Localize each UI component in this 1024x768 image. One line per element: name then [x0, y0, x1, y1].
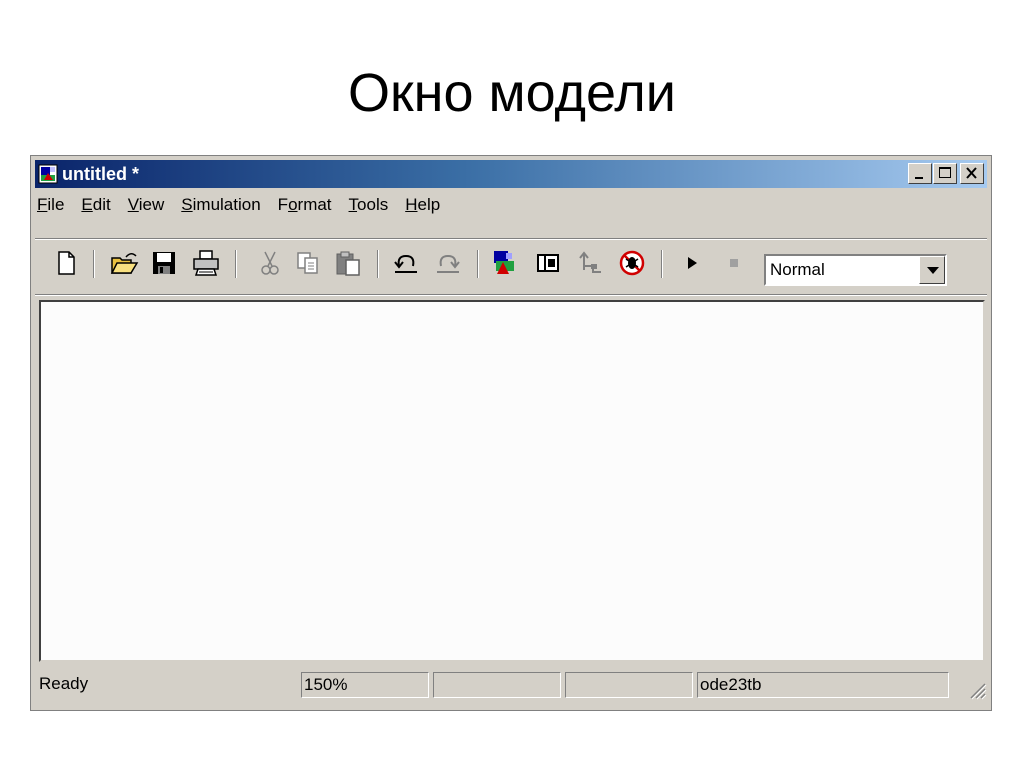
toolbar-separator-line [35, 238, 987, 240]
model-window: untitled * File Edit View Simulation For… [30, 155, 992, 711]
library-browser-button[interactable] [489, 248, 519, 278]
copy-icon [297, 252, 318, 274]
slide-title: Окно модели [348, 63, 676, 123]
open-folder-icon [110, 253, 139, 274]
window-controls [907, 163, 984, 184]
dropdown-button[interactable] [919, 256, 945, 284]
chevron-down-icon [927, 267, 939, 274]
close-button[interactable] [960, 163, 984, 184]
stop-simulation-button[interactable] [719, 248, 749, 278]
redo-button[interactable] [433, 248, 463, 278]
status-zoom: 150% [301, 672, 429, 698]
resize-grip-icon[interactable] [965, 678, 987, 700]
go-to-parent-icon [579, 251, 601, 273]
library-browser-icon [494, 251, 514, 274]
menu-format[interactable]: Format [278, 195, 332, 215]
status-solver: ode23tb [697, 672, 949, 698]
new-document-icon [58, 251, 75, 275]
start-simulation-icon [688, 257, 697, 269]
menu-edit[interactable]: Edit [81, 195, 110, 215]
toolbar-separator [377, 250, 379, 278]
model-browser-icon [537, 254, 559, 272]
status-bar: Ready 150% ode23tb [35, 668, 987, 704]
open-button[interactable] [109, 248, 139, 278]
debug-button[interactable] [617, 248, 647, 278]
simulation-mode-value: Normal [770, 260, 825, 279]
save-button[interactable] [149, 248, 179, 278]
menu-view[interactable]: View [128, 195, 165, 215]
status-state: Ready [39, 674, 89, 693]
print-icon [193, 250, 219, 276]
toolbar-separator [235, 250, 237, 278]
cut-button[interactable] [255, 248, 285, 278]
menu-simulation[interactable]: Simulation [181, 195, 260, 215]
save-icon [153, 252, 175, 274]
redo-icon [437, 254, 460, 273]
toolbar-separator [477, 250, 479, 278]
status-cell-3 [433, 672, 561, 698]
status-cell-4 [565, 672, 693, 698]
canvas-separator-line [35, 294, 987, 296]
simulation-mode-select[interactable]: Normal [764, 254, 947, 286]
menu-bar: File Edit View Simulation Format Tools H… [37, 192, 457, 218]
toolbar-separator [93, 250, 95, 278]
title-bar[interactable]: untitled * [35, 160, 987, 188]
undo-icon [394, 254, 417, 273]
minimize-button[interactable] [908, 163, 932, 184]
maximize-button[interactable] [933, 163, 957, 184]
undo-button[interactable] [391, 248, 421, 278]
menu-tools[interactable]: Tools [349, 195, 389, 215]
cut-icon [261, 251, 279, 275]
window-title: untitled * [62, 163, 139, 184]
maximize-icon [939, 167, 951, 178]
menu-help[interactable]: Help [405, 195, 440, 215]
print-button[interactable] [191, 248, 221, 278]
copy-button[interactable] [293, 248, 323, 278]
model-browser-button[interactable] [533, 248, 563, 278]
go-to-parent-button[interactable] [575, 248, 605, 278]
stop-simulation-icon [730, 259, 738, 267]
close-icon [966, 167, 977, 179]
new-button[interactable] [51, 248, 81, 278]
toolbar-separator [661, 250, 663, 278]
start-simulation-button[interactable] [677, 248, 707, 278]
simulink-model-icon [38, 164, 58, 184]
paste-icon [336, 251, 360, 276]
menu-file[interactable]: File [37, 195, 64, 215]
debug-icon [619, 250, 645, 276]
minimize-icon [915, 177, 923, 179]
model-canvas[interactable] [39, 300, 985, 662]
paste-button[interactable] [333, 248, 363, 278]
